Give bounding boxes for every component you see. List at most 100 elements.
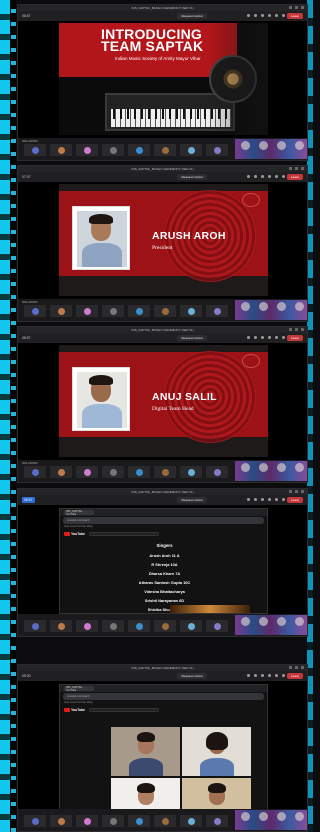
participant-tile[interactable]	[206, 305, 228, 317]
maximize-icon[interactable]	[295, 328, 298, 331]
leave-button[interactable]: Leave	[287, 174, 303, 180]
maximize-icon[interactable]	[295, 666, 298, 669]
participant-tile[interactable]	[206, 144, 228, 156]
participant-tile[interactable]	[154, 305, 176, 317]
participant-tile[interactable]	[50, 144, 72, 156]
more-icon[interactable]	[282, 14, 285, 17]
participant-tile[interactable]	[206, 815, 228, 827]
request-control-button[interactable]: Request control	[177, 673, 207, 679]
chat-icon[interactable]	[247, 674, 250, 677]
mic-icon[interactable]	[268, 14, 271, 17]
address-bar[interactable]: youtube.com/watch	[63, 693, 264, 700]
video-thumbnails[interactable]	[235, 810, 307, 830]
leave-button[interactable]: Leave	[287, 673, 303, 679]
people-icon[interactable]	[254, 336, 257, 339]
participant-tile[interactable]	[128, 620, 150, 632]
participant-tile[interactable]	[76, 815, 98, 827]
close-icon[interactable]	[301, 490, 304, 493]
minimize-icon[interactable]	[289, 6, 292, 9]
participant-tile[interactable]	[206, 466, 228, 478]
chat-icon[interactable]	[247, 14, 250, 17]
minimize-icon[interactable]	[289, 666, 292, 669]
youtube-logo[interactable]: YouTube	[64, 532, 85, 536]
mic-icon[interactable]	[268, 498, 271, 501]
participant-tile[interactable]	[102, 144, 124, 156]
participant-tile[interactable]	[128, 305, 150, 317]
share-icon[interactable]	[275, 14, 278, 17]
more-icon[interactable]	[282, 175, 285, 178]
participant-tile[interactable]	[76, 305, 98, 317]
mic-icon[interactable]	[268, 336, 271, 339]
maximize-icon[interactable]	[295, 167, 298, 170]
participant-tile[interactable]	[50, 466, 72, 478]
participant-tile[interactable]	[206, 620, 228, 632]
video-thumbnails[interactable]	[235, 461, 307, 481]
request-control-button[interactable]: Request control	[177, 497, 207, 503]
minimize-icon[interactable]	[289, 490, 292, 493]
people-icon[interactable]	[254, 498, 257, 501]
maximize-icon[interactable]	[295, 6, 298, 9]
share-icon[interactable]	[275, 175, 278, 178]
camera-icon[interactable]	[261, 336, 264, 339]
leave-button[interactable]: Leave	[287, 497, 303, 503]
mic-icon[interactable]	[268, 175, 271, 178]
participant-tile[interactable]	[24, 144, 46, 156]
participant-tile[interactable]	[102, 620, 124, 632]
address-bar[interactable]: youtube.com/watch	[63, 517, 264, 524]
people-icon[interactable]	[254, 674, 257, 677]
camera-icon[interactable]	[261, 498, 264, 501]
participant-tile[interactable]	[154, 466, 176, 478]
participant-tile[interactable]	[180, 305, 202, 317]
participant-tile[interactable]	[76, 144, 98, 156]
participant-tile[interactable]	[154, 144, 176, 156]
participant-tile[interactable]	[24, 305, 46, 317]
participant-tile[interactable]	[50, 305, 72, 317]
share-icon[interactable]	[275, 674, 278, 677]
participant-tile[interactable]	[50, 815, 72, 827]
minimize-icon[interactable]	[289, 167, 292, 170]
participant-tile[interactable]	[180, 144, 202, 156]
participant-tile[interactable]	[154, 620, 176, 632]
participant-tile[interactable]	[154, 815, 176, 827]
search-input[interactable]	[89, 532, 159, 536]
participant-tile[interactable]	[180, 466, 202, 478]
close-icon[interactable]	[301, 666, 304, 669]
leave-button[interactable]: Leave	[287, 13, 303, 19]
request-control-button[interactable]: Request control	[177, 13, 207, 19]
youtube-logo[interactable]: YouTube	[64, 708, 85, 712]
more-icon[interactable]	[282, 674, 285, 677]
search-input[interactable]	[89, 708, 159, 712]
camera-icon[interactable]	[261, 175, 264, 178]
participant-tile[interactable]	[24, 466, 46, 478]
participant-tile[interactable]	[24, 815, 46, 827]
more-icon[interactable]	[282, 498, 285, 501]
participant-tile[interactable]	[102, 305, 124, 317]
participant-tile[interactable]	[76, 466, 98, 478]
close-icon[interactable]	[301, 328, 304, 331]
request-control-button[interactable]: Request control	[177, 335, 207, 341]
camera-icon[interactable]	[261, 14, 264, 17]
close-icon[interactable]	[301, 6, 304, 9]
video-thumbnails[interactable]	[235, 139, 307, 159]
participant-tile[interactable]	[180, 815, 202, 827]
camera-icon[interactable]	[261, 674, 264, 677]
leave-button[interactable]: Leave	[287, 335, 303, 341]
browser-tab[interactable]: IMS_SAPTAK - YouTube	[64, 510, 94, 516]
people-icon[interactable]	[254, 175, 257, 178]
minimize-icon[interactable]	[289, 328, 292, 331]
chat-icon[interactable]	[247, 175, 250, 178]
people-icon[interactable]	[254, 14, 257, 17]
participant-tile[interactable]	[128, 144, 150, 156]
share-icon[interactable]	[275, 336, 278, 339]
participant-video[interactable]	[111, 727, 180, 776]
participant-tile[interactable]	[76, 620, 98, 632]
chat-icon[interactable]	[247, 336, 250, 339]
request-control-button[interactable]: Request control	[177, 174, 207, 180]
participant-tile[interactable]	[128, 466, 150, 478]
close-icon[interactable]	[301, 167, 304, 170]
participant-tile[interactable]	[102, 466, 124, 478]
participant-tile[interactable]	[102, 815, 124, 827]
participant-tile[interactable]	[128, 815, 150, 827]
participant-tile[interactable]	[180, 620, 202, 632]
share-icon[interactable]	[275, 498, 278, 501]
